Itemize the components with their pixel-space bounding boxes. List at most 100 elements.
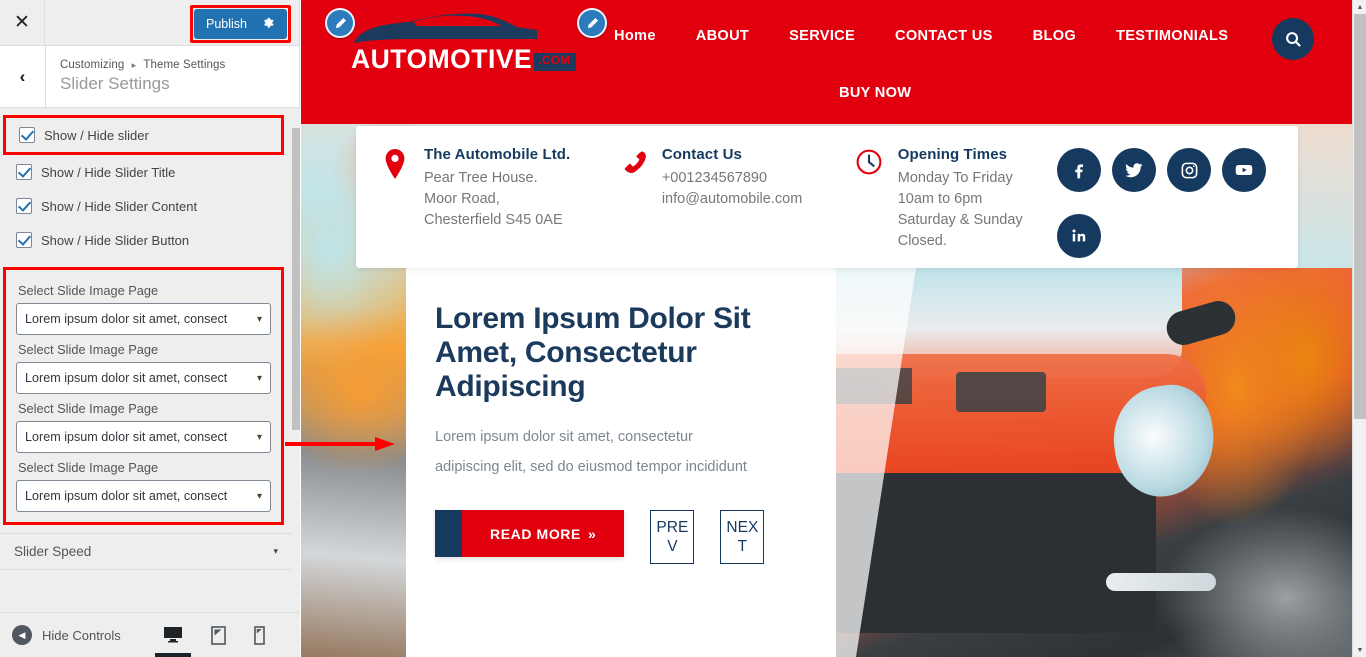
control-show-hide-slider-title[interactable]: Show / Hide Slider Title [0,155,292,189]
slider-prev-button[interactable]: PREV [650,510,695,564]
customizer-scrollbar[interactable] [292,109,300,612]
scroll-up-arrow-icon[interactable]: ▲ [1353,0,1366,14]
page-title: Slider Settings [60,74,170,93]
contact-info-card: The Automobile Ltd. Pear Tree House. Moo… [356,126,1298,268]
info-phone-number[interactable]: +001234567890 [662,168,802,189]
phone-icon [616,146,650,268]
customizer-section-titlebar: ‹ Customizing ▸ Theme Settings Slider Se… [0,46,299,108]
slide-image-page-group: Select Slide Image Page Lorem ipsum dolo… [3,267,284,525]
car-vent-shape [956,372,1046,412]
browser-scrollbar[interactable]: ▲ ▼ [1352,0,1366,657]
read-more-button[interactable]: READ MORE » [435,510,625,557]
control-label: Show / Hide Slider Title [41,164,176,180]
double-chevron-right-icon: » [587,525,597,542]
nav-item-contact-us[interactable]: CONTACT US [875,24,1013,48]
info-hours-title: Opening Times [897,146,1008,163]
select-label: Select Slide Image Page [18,283,159,298]
breadcrumb-separator-icon: ▸ [131,60,137,70]
main-navigation-row-2: BUY NOW [614,48,1314,105]
breadcrumb-parent: Theme Settings [143,59,226,71]
control-show-hide-slider-button[interactable]: Show / Hide Slider Button [0,223,292,257]
site-header: AUTOMOTIVE .COM Home ABOUT SERVICE CONTA… [301,0,1352,124]
checkbox-icon[interactable] [16,164,32,180]
nav-item-buy-now[interactable]: BUY NOW [839,81,931,105]
info-address-title: The Automobile Ltd. [424,146,571,163]
instagram-icon[interactable] [1167,148,1212,192]
nav-item-blog[interactable]: BLOG [1013,24,1096,48]
checkbox-group: Show / Hide slider Show / Hide Slider Ti… [0,109,292,261]
customizer-header: ✕ Publish [0,0,299,46]
slider-title: Lorem Ipsum Dolor Sit Amet, Consectetur … [435,302,751,403]
select-label: Select Slide Image Page [18,401,159,416]
device-tablet-button[interactable] [210,625,226,645]
edit-menu-shortcut-icon[interactable] [577,8,607,38]
nav-item-about[interactable]: ABOUT [676,24,769,48]
select-slide-image-page-3[interactable]: Lorem ipsum dolor sit amet, consect ▾ [16,421,271,453]
social-links [1057,146,1276,268]
hero-slider: Lorem Ipsum Dolor Sit Amet, Consectetur … [406,268,1352,657]
wordpress-customizer-panel: ✕ Publish ‹ Customizing ▸ Theme Settings… [0,0,300,657]
linkedin-icon[interactable] [1057,213,1102,258]
nav-item-testimonials[interactable]: TESTIMONIALS [1096,24,1248,48]
info-address-line: Chesterfield S45 0AE [424,212,563,228]
read-more-label: READ MORE [490,525,581,542]
control-label: Show / Hide Slider Content [41,198,198,214]
select-label: Select Slide Image Page [18,342,159,357]
slider-speed-label: Slider Speed [14,544,92,559]
info-hours-block: Opening Times Monday To Friday 10am to 6… [852,146,1057,268]
search-icon[interactable] [1272,18,1314,60]
chevron-down-icon: ▾ [256,372,262,384]
control-label: Show / Hide slider [44,127,149,143]
select-slide-image-page-1[interactable]: Lorem ipsum dolor sit amet, consect ▾ [16,303,271,335]
logo-wordmark: AUTOMOTIVE .COM [351,44,576,74]
hide-controls-label: Hide Controls [42,627,121,643]
info-hours-line: Saturday & Sunday [897,212,1023,228]
customizer-scrollbar-thumb[interactable] [292,128,300,430]
read-more-body: READ MORE » [462,510,625,557]
browser-scrollbar-thumb[interactable] [1354,14,1366,419]
close-customizer-button[interactable]: ✕ [0,0,45,45]
site-logo[interactable]: AUTOMOTIVE .COM [351,8,576,74]
info-address-text: The Automobile Ltd. Pear Tree House. Moo… [424,146,570,268]
select-slide-image-page-4[interactable]: Lorem ipsum dolor sit amet, consect ▾ [16,480,271,512]
gear-icon[interactable] [261,16,275,33]
hide-controls-button[interactable]: ◀ Hide Controls [12,625,121,645]
checkbox-icon[interactable] [16,198,32,214]
slider-next-button[interactable]: NEXT [720,510,765,564]
back-button[interactable]: ‹ [0,46,46,107]
info-contact-title: Contact Us [661,146,742,163]
scroll-down-arrow-icon[interactable]: ▼ [1353,643,1366,657]
control-show-hide-slider-content[interactable]: Show / Hide Slider Content [0,189,292,223]
info-contact-text: Contact Us +001234567890 info@automobile… [662,146,802,268]
facebook-icon[interactable] [1057,148,1102,192]
customizer-footer: ◀ Hide Controls [0,612,300,657]
checkbox-icon[interactable] [16,232,32,248]
info-address-line: Moor Road, [424,191,500,207]
control-slider-speed[interactable]: Slider Speed ▾ [0,533,292,570]
device-desktop-button[interactable] [154,626,191,657]
twitter-icon[interactable] [1112,148,1157,192]
logo-text: AUTOMOTIVE [351,44,533,74]
main-navigation: Home ABOUT SERVICE CONTACT US BLOG TESTI… [614,0,1314,105]
chevron-down-icon: ▾ [256,313,262,325]
youtube-icon[interactable] [1222,148,1267,192]
select-value: Lorem ipsum dolor sit amet, consect [25,312,228,326]
select-label: Select Slide Image Page [18,460,159,475]
nav-item-service[interactable]: SERVICE [769,24,875,48]
publish-highlight-box: Publish [190,5,291,43]
publish-button[interactable]: Publish [194,9,287,39]
collapse-arrow-icon[interactable]: ◀ [12,625,32,645]
chevron-down-icon: ▾ [256,431,262,443]
info-address-line: Pear Tree House. [424,170,538,186]
control-show-hide-slider[interactable]: Show / Hide slider [3,115,284,155]
select-value: Lorem ipsum dolor sit amet, consect [25,371,228,385]
customizer-controls-body: Show / Hide slider Show / Hide Slider Ti… [0,109,300,612]
control-label: Show / Hide Slider Button [41,232,190,248]
customizer-titles: Customizing ▸ Theme Settings Slider Sett… [46,59,225,94]
device-mobile-button[interactable] [253,625,265,645]
select-slide-image-page-2[interactable]: Lorem ipsum dolor sit amet, consect ▾ [16,362,271,394]
nav-item-home[interactable]: Home [614,24,676,48]
checkbox-icon[interactable] [19,127,35,143]
info-email-address[interactable]: info@automobile.com [662,189,802,210]
site-preview: AUTOMOTIVE .COM Home ABOUT SERVICE CONTA… [301,0,1352,657]
